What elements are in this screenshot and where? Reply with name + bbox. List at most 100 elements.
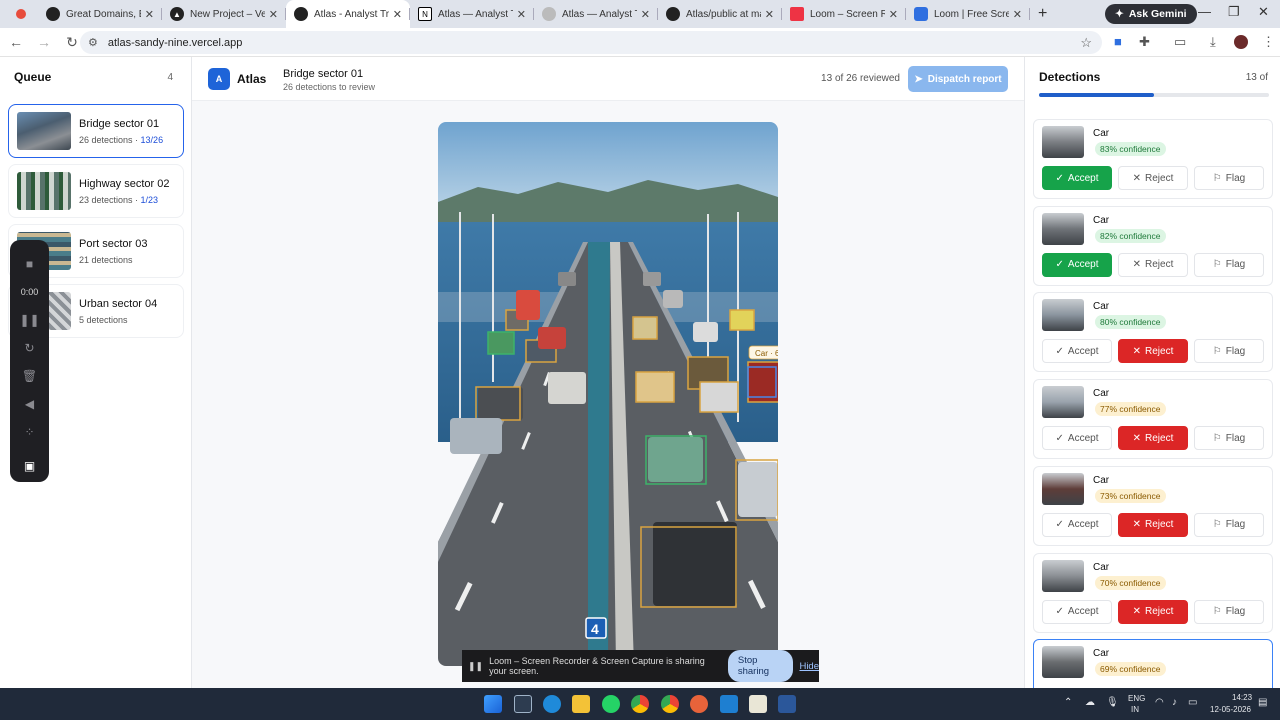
volume-icon[interactable]: ♪: [1172, 697, 1177, 708]
detection-card[interactable]: Car 77% confidence ✓ Accept ✕ Reject ⚐ Flag: [1033, 379, 1273, 460]
browser-tab[interactable]: NAtlas — Analyst Triage✕: [410, 0, 534, 28]
confidence-badge: 82% confidence: [1095, 228, 1166, 243]
reject-button[interactable]: ✕ Reject: [1118, 599, 1188, 624]
reject-button[interactable]: ✕ Reject: [1118, 166, 1188, 190]
pause-icon[interactable]: ❚❚: [19, 306, 39, 334]
download-icon[interactable]: ⤓: [1210, 34, 1216, 50]
flag-button[interactable]: ⚐ Flag: [1194, 166, 1264, 190]
task-view-icon[interactable]: [514, 695, 532, 713]
browser-tab-active[interactable]: Atlas - Analyst Triage✕: [286, 0, 410, 28]
close-tab-icon[interactable]: ✕: [145, 8, 154, 21]
detections-header: Detections 13 of: [1025, 57, 1280, 97]
grid-icon[interactable]: ⁘: [24, 418, 34, 446]
accept-button[interactable]: ✓ Accept: [1042, 166, 1112, 190]
file-explorer-icon[interactable]: [572, 695, 590, 713]
accept-button[interactable]: ✓ Accept: [1042, 252, 1112, 277]
confidence-badge: 69% confidence: [1095, 662, 1166, 677]
windows-start-icon[interactable]: [484, 695, 502, 713]
bookmark-star-icon[interactable]: ☆: [1080, 35, 1092, 51]
word-icon[interactable]: [778, 695, 796, 713]
queue-item-highway-sector-02[interactable]: Highway sector 02 23 detections · 1/23: [8, 164, 184, 218]
new-tab-button[interactable]: +: [1038, 5, 1047, 23]
detection-card[interactable]: Car 69% confidence: [1033, 639, 1273, 688]
detection-card[interactable]: Car 83% confidence ✓ Accept ✕ Reject ⚐ Flag: [1033, 119, 1273, 199]
detection-card[interactable]: Car 82% confidence ✓ Accept ✕ Reject ⚐ Flag: [1033, 205, 1273, 286]
minimize-icon[interactable]: —: [1198, 4, 1211, 19]
close-tab-icon[interactable]: ✕: [269, 8, 278, 21]
accept-button[interactable]: ✓ Accept: [1042, 426, 1112, 451]
detection-card[interactable]: Car 80% confidence ✓ Accept ✕ Reject ⚐ Flag: [1033, 292, 1273, 373]
language-region[interactable]: IN: [1131, 705, 1139, 714]
battery-icon[interactable]: ▭: [1188, 697, 1197, 708]
reject-button[interactable]: ✕ Reject: [1118, 512, 1188, 537]
close-tab-icon[interactable]: ✕: [765, 8, 774, 21]
address-bar[interactable]: ⚙ atlas-sandy-nine.vercel.app ☆: [80, 31, 1102, 54]
chrome-icon[interactable]: [631, 695, 649, 713]
detection-label: Car: [1093, 128, 1110, 139]
clock-time[interactable]: 14:23: [1232, 693, 1252, 702]
reject-button[interactable]: ✕ Reject: [1118, 252, 1188, 277]
browser-tab[interactable]: Atlas/public at main✕: [658, 0, 782, 28]
site-info-icon[interactable]: ⚙: [88, 36, 98, 49]
language-code[interactable]: ENG: [1128, 694, 1145, 703]
extension-icon[interactable]: ■: [1114, 34, 1122, 49]
clock-date[interactable]: 12-05-2026: [1210, 705, 1251, 714]
maximize-icon[interactable]: ❐: [1228, 4, 1240, 20]
close-tab-icon[interactable]: ✕: [1013, 8, 1022, 21]
browser-tab[interactable]: Atlas — Analyst Triage✕: [534, 0, 658, 28]
detection-card[interactable]: Car 70% confidence ✓ Accept ✕ Reject ⚐ Flag: [1033, 552, 1273, 633]
camera-icon[interactable]: ▣: [24, 452, 35, 480]
notification-icon[interactable]: ▤: [1258, 697, 1267, 708]
profile-avatar[interactable]: [1234, 35, 1248, 49]
url-text: atlas-sandy-nine.vercel.app: [107, 36, 243, 49]
stop-record-icon[interactable]: ■: [26, 250, 33, 278]
vscode-icon[interactable]: [720, 695, 738, 713]
reject-button[interactable]: ✕ Reject: [1118, 426, 1188, 451]
chrome-active-icon[interactable]: [661, 695, 679, 713]
hide-sharing-bar-link[interactable]: Hide: [799, 661, 819, 672]
dispatch-report-button[interactable]: ➤ Dispatch report: [908, 66, 1008, 92]
close-tab-icon[interactable]: ✕: [393, 8, 402, 21]
edge-icon[interactable]: [543, 695, 561, 713]
browser-tab[interactable]: Great Domains, Easy N✕: [38, 0, 162, 28]
cast-icon[interactable]: ▭: [1174, 34, 1186, 50]
close-tab-icon[interactable]: ✕: [517, 8, 526, 21]
accept-button[interactable]: ✓ Accept: [1042, 599, 1112, 624]
aerial-image-viewer[interactable]: Car · 69% 4: [438, 122, 778, 666]
back-icon[interactable]: ←: [4, 34, 28, 50]
close-tab-icon[interactable]: ✕: [889, 8, 898, 21]
close-window-icon[interactable]: ✕: [1258, 4, 1269, 20]
confidence-badge: 83% confidence: [1095, 142, 1166, 156]
forward-icon[interactable]: →: [32, 34, 56, 50]
restart-icon[interactable]: ↻: [24, 334, 34, 362]
accept-button[interactable]: ✓ Accept: [1042, 339, 1112, 364]
flag-button[interactable]: ⚐ Flag: [1194, 599, 1264, 624]
tray-chevron-icon[interactable]: ⌃: [1064, 697, 1072, 708]
accept-button[interactable]: ✓ Accept: [1042, 512, 1112, 537]
browser-tab[interactable]: Loom | Free Screen &✕: [906, 0, 1030, 28]
speaker-icon[interactable]: ◀: [25, 390, 34, 418]
notepad-icon[interactable]: [749, 695, 767, 713]
browser-tab[interactable]: ▲New Project – Vercel✕: [162, 0, 286, 28]
detection-card[interactable]: Car 73% confidence ✓ Accept ✕ Reject ⚐ Flag: [1033, 465, 1273, 546]
wifi-icon[interactable]: ◠: [1155, 697, 1164, 708]
flag-button[interactable]: ⚐ Flag: [1194, 252, 1264, 277]
menu-kebab-icon[interactable]: ⋮: [1262, 34, 1275, 50]
pause-share-icon[interactable]: ❚❚: [468, 661, 483, 672]
flag-button[interactable]: ⚐ Flag: [1194, 512, 1264, 537]
ask-gemini-button[interactable]: ✦ Ask Gemini: [1105, 4, 1197, 24]
delete-icon[interactable]: 🗑: [22, 362, 37, 390]
onedrive-icon[interactable]: ☁: [1085, 697, 1095, 708]
flag-button[interactable]: ⚐ Flag: [1194, 426, 1264, 451]
extensions-puzzle-icon[interactable]: ✚: [1139, 34, 1150, 50]
browser-tab[interactable]: Loom – Screen Record✕: [782, 0, 906, 28]
queue-item-bridge-sector-01[interactable]: Bridge sector 01 26 detections · 13/26: [8, 104, 184, 158]
whatsapp-icon[interactable]: [602, 695, 620, 713]
stop-sharing-button[interactable]: Stop sharing: [727, 650, 794, 682]
reject-button[interactable]: ✕ Reject: [1118, 339, 1188, 364]
flag-button[interactable]: ⚐ Flag: [1194, 339, 1264, 364]
close-tab-icon[interactable]: ✕: [641, 8, 650, 21]
app-spark-icon[interactable]: [690, 695, 708, 713]
favicon-icon: ▲: [170, 7, 184, 21]
microphone-icon[interactable]: 🎙: [1106, 697, 1119, 708]
